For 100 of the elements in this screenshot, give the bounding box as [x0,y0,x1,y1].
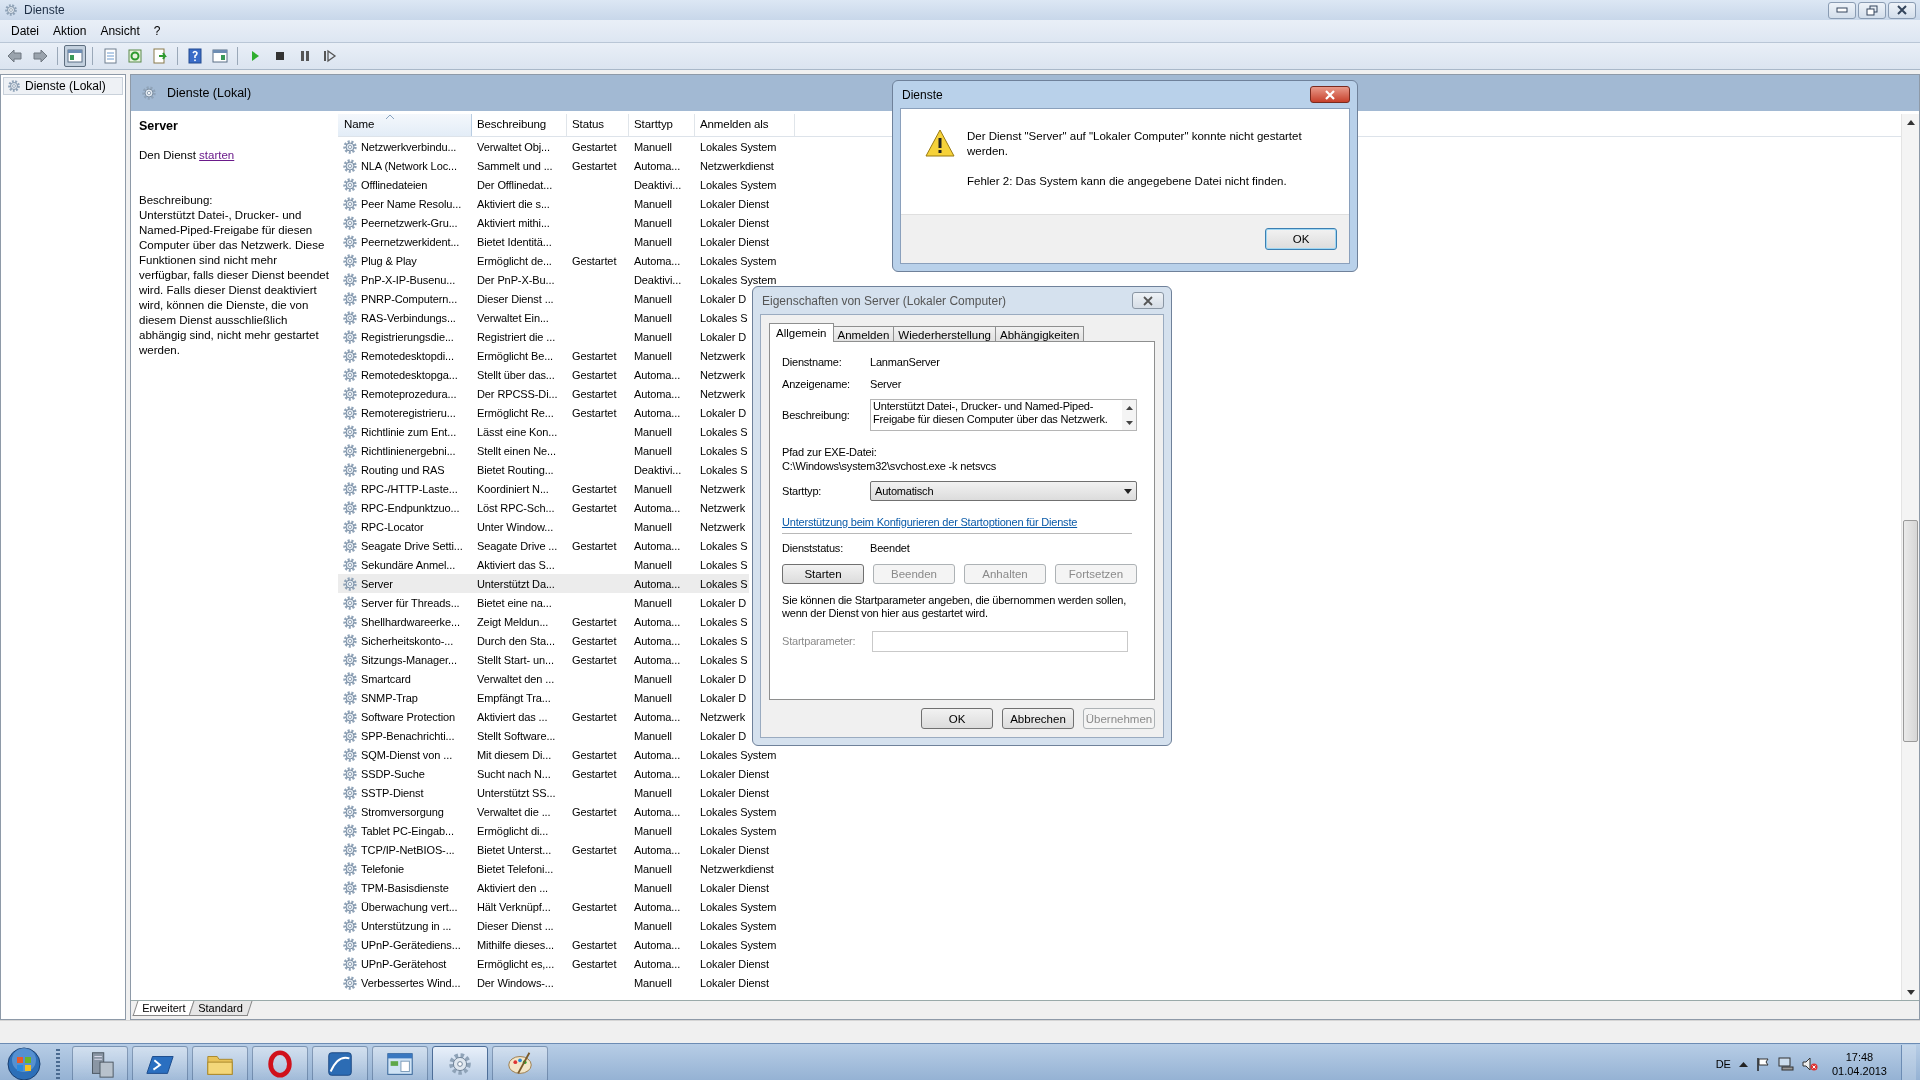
table-row[interactable]: SSDP-Suche Sucht nach N... Gestartet Automa... Lokaler Dienst [338,764,771,783]
scroll-up-icon[interactable] [1906,119,1915,125]
table-row[interactable]: Sitzungs-Manager... Stellt Start- un... Gestartet Automa... Lokales S [338,650,750,669]
gear-icon[interactable] [432,1046,488,1080]
view-tab[interactable]: Standard [188,1001,253,1016]
table-cell: Manuell [634,330,672,343]
ok-button[interactable]: OK [1265,228,1337,250]
table-row[interactable]: Shellhardwareerke... Zeigt Meldun... Gestartet Automa... Lokales S [338,612,750,631]
menu-item[interactable]: ? [146,24,168,38]
terminal-icon[interactable] [132,1046,188,1080]
table-row[interactable]: Remotedesktopdi... Ermöglicht Be... Gestartet Manuell Netzwerk [338,346,748,365]
column-header[interactable]: Status [567,114,629,136]
menu-item[interactable]: Ansicht [93,24,147,38]
table-row[interactable]: Verbessertes Wind... Der Windows-... Manuell Lokaler Dienst [338,973,771,992]
menu-item[interactable]: Datei [4,24,46,38]
table-row[interactable]: SPP-Benachrichti... Stellt Software... Manuell Lokaler D [338,726,749,745]
table-row[interactable]: SSTP-Dienst Unterstützt SS... Manuell Lokaler Dienst [338,783,771,802]
table-row[interactable]: Unterstützung in ... Dieser Dienst ... Manuell Lokales System [338,916,779,935]
table-row[interactable]: Offlinedateien Der Offlinedat... Deaktivi... Lokales System [338,175,779,194]
clock[interactable]: 17:48 01.04.2013 [1831,1050,1887,1078]
dialog-button[interactable]: Abbrechen [1002,708,1074,729]
palette-icon[interactable] [492,1046,548,1080]
dialog-tab[interactable]: Allgemein [769,323,834,342]
table-row[interactable]: Richtlinienergebni... Stellt einen Ne... Manuell Lokales S [338,441,750,460]
table-row[interactable]: RPC-Endpunktzuo... Löst RPC-Sch... Gestartet Automa... Netzwerk [338,498,748,517]
help-link[interactable]: Unterstützung beim Konfigurieren der Startoptionen für Dienste [782,516,1078,528]
column-header[interactable]: Starttyp [629,114,695,136]
startup-type-dropdown[interactable]: Automatisch [870,481,1137,501]
ring-icon[interactable] [252,1046,308,1080]
scroll-down-icon[interactable] [1125,420,1133,425]
scrollbar[interactable] [1901,114,1919,1000]
flag-icon[interactable] [1755,1057,1770,1071]
start-button[interactable] [4,1045,44,1080]
table-row[interactable]: RPC-/HTTP-Laste... Koordiniert N... Gestartet Manuell Netzwerk [338,479,748,498]
column-header[interactable]: Anmelden als [695,114,795,136]
table-row[interactable]: RAS-Verbindungs... Verwaltet Ein... Manuell Lokales S [338,308,750,327]
table-cell: Remoteregistrieru... [361,406,456,419]
table-row[interactable]: Richtlinie zum Ent... Lässt eine Kon... Manuell Lokales S [338,422,750,441]
table-row[interactable]: PnP-X-IP-Busenu... Der PnP-X-Bu... Deaktivi... Lokales System [338,270,779,289]
muted-speaker-icon[interactable] [1801,1057,1818,1071]
table-row[interactable]: Peer Name Resolu... Aktiviert die s... Manuell Lokaler Dienst [338,194,771,213]
start-link[interactable]: starten [199,149,235,161]
table-row[interactable]: Sicherheitskonto-... Durch den Sta... Gestartet Automa... Lokales S [338,631,750,650]
server-icon[interactable] [72,1046,128,1080]
close-button[interactable] [1310,86,1350,103]
table-row[interactable]: Netzwerkverbindu... Verwaltet Obj... Gestartet Manuell Lokales System [338,137,779,156]
dialog-button[interactable]: OK [921,708,993,729]
table-row[interactable]: SNMP-Trap Empfängt Tra... Manuell Lokaler D [338,688,749,707]
dialog-tab[interactable]: Anmelden [832,326,895,342]
window-icon[interactable] [372,1046,428,1080]
table-row[interactable]: Smartcard Verwaltet den ... Manuell Lokaler D [338,669,749,688]
table-row[interactable]: SQM-Dienst von ... Mit diesem Di... Gestartet Automa... Lokales System [338,745,779,764]
table-row[interactable]: TCP/IP-NetBIOS-... Bietet Unterst... Gestartet Automa... Lokaler Dienst [338,840,771,859]
table-row[interactable]: Software Protection Aktiviert das ... Gestartet Automa... Netzwerk [338,707,748,726]
table-row[interactable]: Registrierungsdie... Registriert die ... Manuell Lokaler D [338,327,749,346]
table-row[interactable]: Routing und RAS Bietet Routing... Deaktivi... Lokales S [338,460,750,479]
table-row[interactable]: Peernetzwerk-Gru... Aktiviert mithi... Manuell Lokaler Dienst [338,213,771,232]
table-row[interactable]: Remoteregistrieru... Ermöglicht Re... Gestartet Automa... Lokaler D [338,403,749,422]
table-row[interactable]: Telefonie Bietet Telefoni... Manuell Netzwerkdienst [338,859,776,878]
service-button[interactable]: Starten [782,564,864,584]
table-row[interactable]: Tablet PC-Eingab... Ermöglicht di... Manuell Lokales System [338,821,779,840]
chart-icon[interactable] [312,1046,368,1080]
table-row[interactable]: Seagate Drive Setti... Seagate Drive ... Gestartet Automa... Lokales S [338,536,750,555]
table-row[interactable]: PNRP-Computern... Dieser Dienst ... Manuell Lokaler D [338,289,749,308]
table-row[interactable]: Stromversorgung Verwaltet die ... Gestartet Automa... Lokales System [338,802,779,821]
table-row[interactable]: Server für Threads... Bietet eine na... Manuell Lokaler D [338,593,749,612]
table-row[interactable]: Peernetzwerkident... Bietet Identitä... Manuell Lokaler Dienst [338,232,771,251]
restore-button[interactable] [1858,1,1886,19]
table-row[interactable]: UPnP-Gerätediens... Mithilfe dieses... Gestartet Automa... Lokales System [338,935,779,954]
description-box[interactable]: Unterstützt Datei-, Drucker- und Named-Piped-Freigabe für diesen Computer über das Netzwerk. [870,399,1137,431]
gear-icon [342,632,358,649]
table-row[interactable]: RPC-Locator Unter Window... Manuell Netzwerk [338,517,748,536]
minimize-button[interactable] [1828,1,1856,19]
table-row[interactable]: Sekundäre Anmel... Aktiviert das S... Manuell Lokales S [338,555,750,574]
tree-item[interactable]: Dienste (Lokal) [3,77,123,95]
column-header[interactable]: Name [338,114,472,136]
network-icon[interactable] [1777,1057,1794,1071]
up-arrow-icon[interactable] [1738,1061,1748,1067]
table-row[interactable]: Plug & Play Ermöglicht de... Gestartet Automa... Lokales System [338,251,779,270]
table-row[interactable]: UPnP-Gerätehost Ermöglicht es,... Gestartet Automa... Lokaler Dienst [338,954,771,973]
scroll-thumb[interactable] [1903,520,1918,742]
view-tab[interactable]: Erweitert [132,1001,195,1016]
menu-item[interactable]: Aktion [46,24,94,38]
table-row[interactable]: Überwachung vert... Hält Verknüpf... Gestartet Automa... Lokales System [338,897,779,916]
table-row[interactable]: NLA (Network Loc... Sammelt und ... Gestartet Automa... Netzwerkdienst [338,156,776,175]
close-button[interactable] [1132,292,1164,309]
dialog-tab[interactable]: Wiederherstellung [893,326,996,342]
table-cell: Lokales S [700,311,748,324]
table-row[interactable]: Remotedesktopga... Stellt über das... Gestartet Automa... Netzwerk [338,365,748,384]
language-indicator[interactable]: DE [1715,1058,1731,1070]
column-header[interactable]: Beschreibung [472,114,567,136]
dialog-tab[interactable]: Abhängigkeiten [995,326,1085,342]
table-row[interactable]: TPM-Basisdienste Aktiviert den ... Manuell Lokaler Dienst [338,878,771,897]
table-row[interactable]: Remoteprozedura... Der RPCSS-Di... Gestartet Automa... Netzwerk [338,384,748,403]
close-button[interactable] [1888,1,1916,19]
table-row[interactable]: Server Unterstützt Da... Automa... Lokales S [338,574,750,593]
pane-icon[interactable] [64,45,86,67]
pane-title: Dienste (Lokal) [167,86,252,100]
scroll-up-icon[interactable] [1125,405,1133,410]
scroll-down-icon[interactable] [1906,989,1915,995]
